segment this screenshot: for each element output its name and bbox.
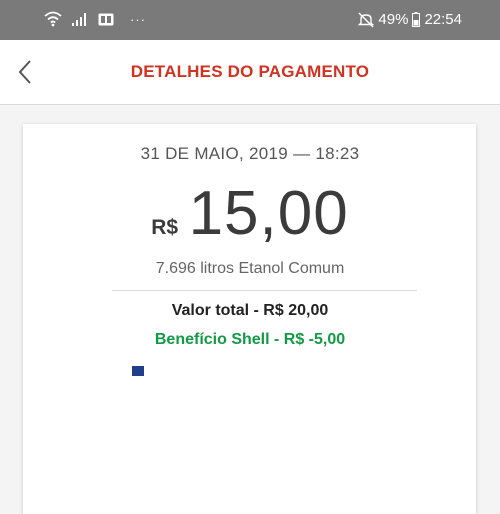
status-right: 49% 22:54 <box>358 11 462 28</box>
more-notifications-indicator: ··· <box>130 11 146 27</box>
status-left-icons: ··· <box>44 11 146 27</box>
fuel-description: 7.696 litros Etanol Comum <box>155 260 345 277</box>
status-bar: ··· 49% 22:54 <box>0 0 500 40</box>
app-bar: DETALHES DO PAGAMENTO <box>0 40 500 105</box>
amount-value: 15,00 <box>188 179 349 248</box>
shell-benefit: Benefício Shell - R$ -5,00 <box>154 331 346 348</box>
signal-icon <box>72 13 86 26</box>
currency-symbol: R$ <box>151 216 179 239</box>
page-title: DETALHES DO PAGAMENTO <box>130 62 370 81</box>
payment-amount: R$ 15,00 <box>0 178 500 249</box>
battery-icon <box>412 12 421 27</box>
divider <box>112 290 417 291</box>
mute-icon <box>358 11 375 28</box>
clock: 22:54 <box>424 11 462 28</box>
total-value: Valor total - R$ 20,00 <box>171 302 329 319</box>
payment-date: 31 DE MAIO, 2019 — 18:23 <box>140 144 360 163</box>
payment-method-logo <box>108 360 148 376</box>
sim-card-icon <box>98 13 114 25</box>
battery-percent: 49% <box>378 11 409 28</box>
wifi-icon <box>44 11 62 27</box>
